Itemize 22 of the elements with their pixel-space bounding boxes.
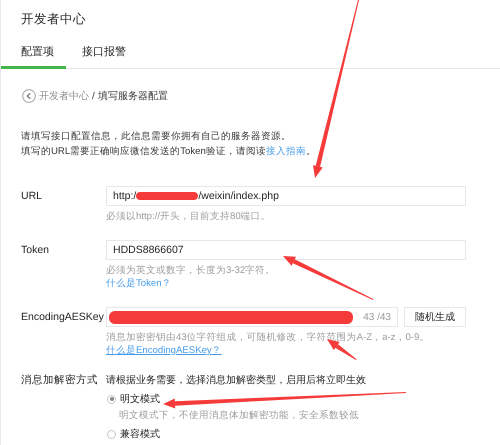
option-hint: 明文模式下，不使用消息体加解密功能，安全系数较低 — [119, 409, 359, 422]
field-label: 消息加解密方式 — [21, 373, 99, 388]
breadcrumb-current: 填写服务器配置 — [98, 90, 168, 103]
intro-text: 填写的URL需要正确响应微信发送的Token验证，请阅读接入指南。 — [21, 145, 317, 159]
field-label: Token — [21, 243, 50, 258]
url-field[interactable]: http:/ /weixin/index.php — [106, 186, 466, 206]
field-description: 请根据业务需要，选择消息加解密类型，启用后将立即生效 — [106, 374, 366, 387]
character-counter: 43 /43 — [363, 312, 391, 322]
breadcrumb-separator: / — [92, 90, 95, 102]
field-label: EncodingAESKey — [21, 310, 105, 325]
back-icon[interactable] — [22, 89, 36, 103]
field-label: URL — [21, 189, 44, 204]
token-field[interactable]: HDDS8866607 — [106, 240, 466, 260]
generate-button[interactable]: 随机生成 — [404, 307, 466, 327]
tab[interactable]: 接口报警 — [66, 44, 138, 69]
radio-option[interactable]: 明文模式 — [107, 392, 160, 406]
field-hint: 必须以http://开头，目前支持80端口。 — [106, 210, 271, 223]
page-title: 开发者中心 — [21, 11, 86, 28]
field-hint: 必须为英文或数字，长度为3-32字符。 — [106, 264, 276, 277]
tab[interactable]: 配置项 — [1, 44, 66, 69]
radio-option[interactable]: 兼容模式 — [107, 427, 160, 441]
intro-text: 请填写接口配置信息，此信息需要你拥有自己的服务器资源。 — [21, 130, 292, 144]
